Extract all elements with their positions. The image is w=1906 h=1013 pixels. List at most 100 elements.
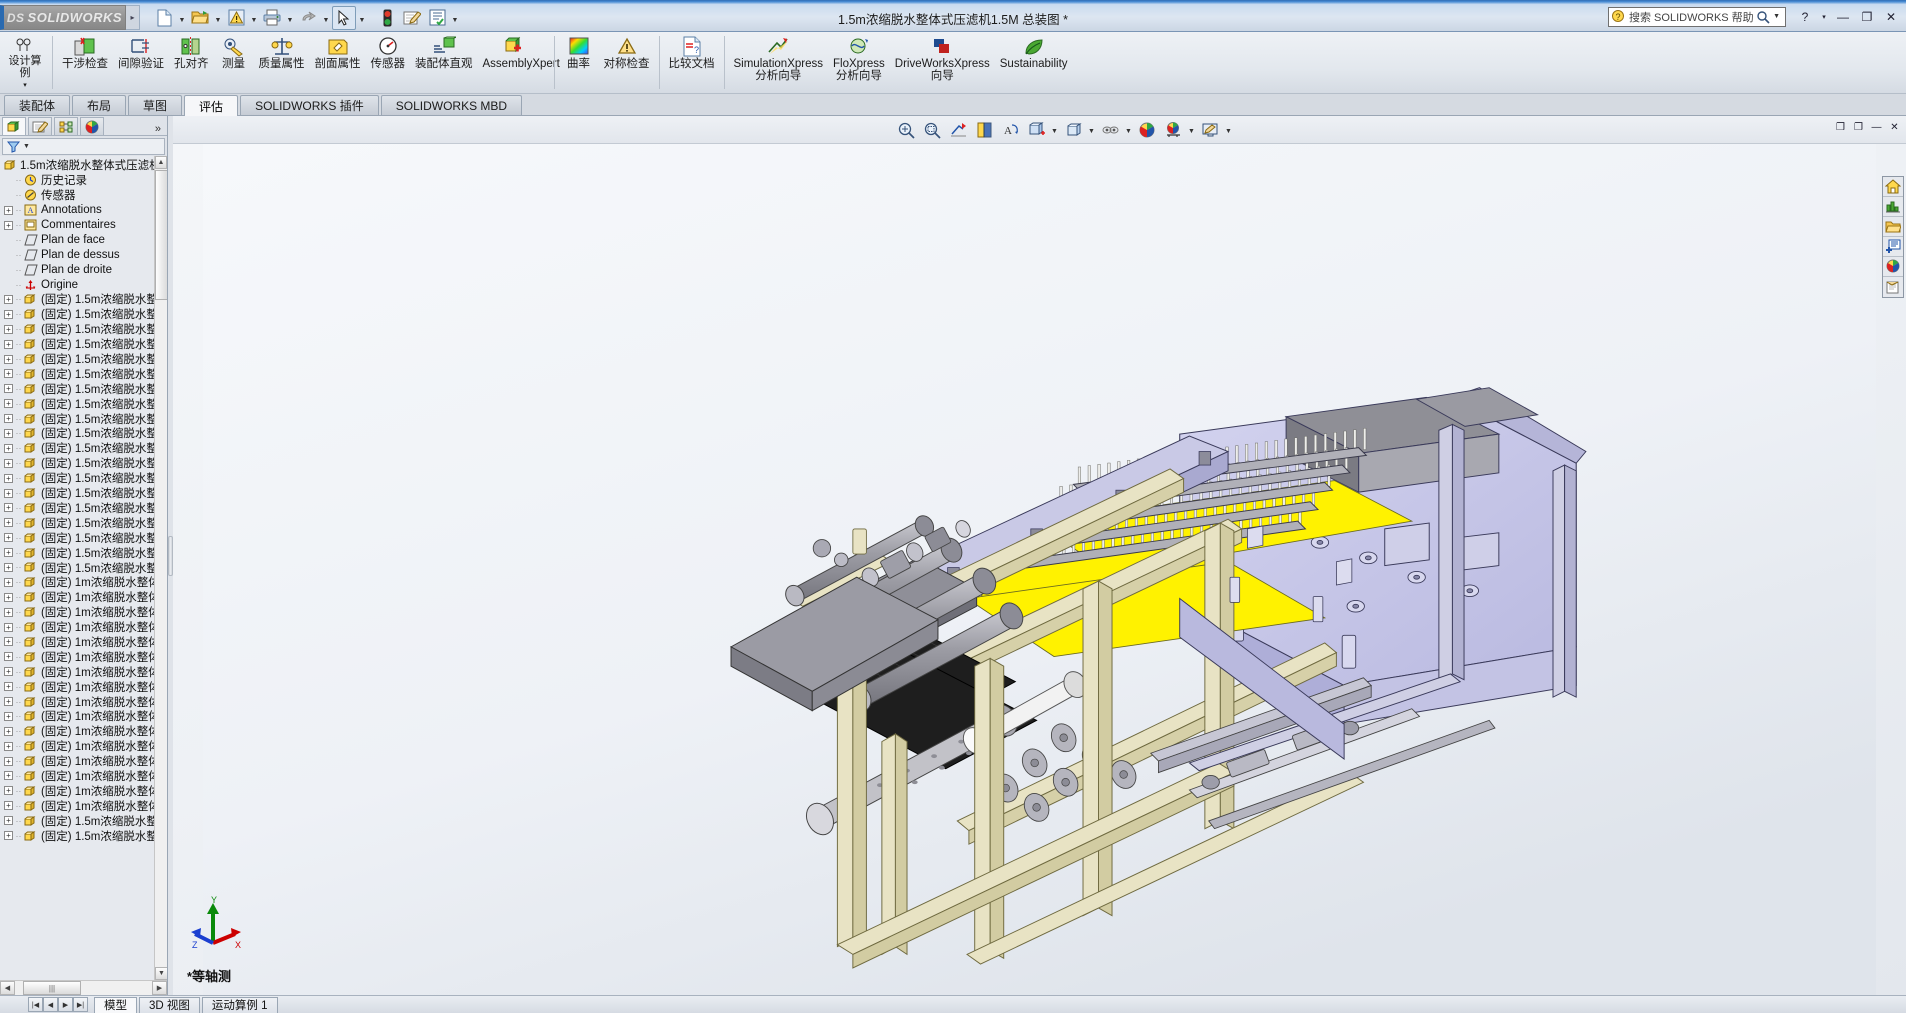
hide-show-caret-icon[interactable]: ▼ [1086, 118, 1097, 142]
display-style-caret-icon[interactable]: ▼ [1049, 118, 1060, 142]
feature-tree-row[interactable]: +··(固定) 1.5m浓缩脱水整体 [0, 500, 167, 515]
feature-tree-row[interactable]: +··(固定) 1.5m浓缩脱水整体 [0, 411, 167, 426]
expand-toggle-icon[interactable]: + [4, 712, 13, 721]
feature-tree-row[interactable]: +··(固定) 1.5m浓缩脱水整体 [0, 828, 167, 843]
nav-prev-icon[interactable]: ◀ [43, 997, 58, 1012]
assembly-xpert-button[interactable]: AssemblyXpert [478, 32, 550, 93]
feature-tree-row[interactable]: +··(固定) 1m浓缩脱水整体式 [0, 664, 167, 679]
hide-show-icon[interactable] [1060, 118, 1086, 142]
previous-view-icon[interactable] [945, 118, 971, 142]
expand-toggle-icon[interactable]: + [4, 340, 13, 349]
appearances-color-icon[interactable] [1134, 118, 1160, 142]
undo-caret-icon[interactable]: ▼ [321, 6, 331, 30]
doc-close-button[interactable]: ✕ [1887, 120, 1902, 134]
scroll-left-icon[interactable]: ◀ [0, 981, 15, 995]
feature-tree-row[interactable]: +··(固定) 1.5m浓缩脱水整体 [0, 366, 167, 381]
feature-tree-row[interactable]: ··Origine [0, 277, 167, 292]
feature-tree-row[interactable]: +··(固定) 1m浓缩脱水整体式 [0, 739, 167, 754]
expand-toggle-icon[interactable]: + [4, 578, 13, 587]
home-icon[interactable] [1883, 177, 1903, 197]
3d-viewport[interactable]: Y X Z *等轴测 [173, 144, 1906, 995]
expand-toggle-icon[interactable]: + [4, 801, 13, 810]
view-orientation-icon[interactable]: A [997, 118, 1023, 142]
configuration-manager-icon[interactable] [54, 117, 78, 135]
doc-restore-down-button[interactable]: ❒ [1833, 120, 1848, 134]
feature-tree-root-row[interactable]: 1.5m浓缩脱水整体式压滤机 [0, 158, 167, 173]
expand-toggle-icon[interactable]: + [4, 623, 13, 632]
zoom-area-icon[interactable] [919, 118, 945, 142]
scroll-right-icon[interactable]: ▶ [152, 981, 167, 995]
search-input[interactable]: ? 搜索 SOLIDWORKS 帮助 ▼ [1608, 7, 1786, 27]
close-button[interactable]: ✕ [1880, 8, 1902, 26]
feature-tree-row[interactable]: +··(固定) 1m浓缩脱水整体式 [0, 679, 167, 694]
add-library-icon[interactable] [1883, 237, 1903, 257]
tab-assembly[interactable]: 装配体 [4, 95, 70, 115]
horizontal-scroll-thumb[interactable]: ||| [23, 981, 81, 995]
assembly-visualization-button[interactable]: 装配体直观 [410, 32, 478, 93]
feature-tree-row[interactable]: +··(固定) 1.5m浓缩脱水整体 [0, 307, 167, 322]
expand-toggle-icon[interactable]: + [4, 742, 13, 751]
feature-tree-vertical-scrollbar[interactable]: ▲ ▼ [154, 156, 167, 980]
rebuild-warning-icon[interactable] [224, 6, 248, 30]
feature-tree[interactable]: 1.5m浓缩脱水整体式压滤机··历史记录··传感器+··AAnnotations… [0, 156, 167, 980]
belt-filter-press-model[interactable] [173, 144, 1906, 995]
expand-toggle-icon[interactable]: + [4, 682, 13, 691]
feature-tree-row[interactable]: +··(固定) 1.5m浓缩脱水整体 [0, 471, 167, 486]
feature-tree-row[interactable]: +··(固定) 1.5m浓缩脱水整体 [0, 322, 167, 337]
expand-toggle-icon[interactable]: + [4, 503, 13, 512]
expand-toggle-icon[interactable]: + [4, 414, 13, 423]
feature-tree-row[interactable]: +··(固定) 1.5m浓缩脱水整体 [0, 352, 167, 367]
help-caret-icon[interactable]: ▾ [1818, 8, 1830, 26]
design-study-button[interactable]: 设计算例 ▾ [2, 32, 48, 93]
tab-sketch[interactable]: 草图 [128, 95, 182, 115]
expand-toggle-icon[interactable]: + [4, 727, 13, 736]
expand-toggle-icon[interactable]: + [4, 444, 13, 453]
doc-minimize-button[interactable]: — [1869, 120, 1884, 134]
appearance-caret-icon[interactable]: ▼ [1123, 118, 1134, 142]
minimize-button[interactable]: — [1832, 8, 1854, 26]
expand-toggle-icon[interactable]: + [4, 831, 13, 840]
appearance-sphere-icon[interactable] [1097, 118, 1123, 142]
tab-evaluate[interactable]: 评估 [184, 95, 238, 116]
symmetry-check-button[interactable]: 对称检查 [599, 32, 655, 93]
status-tab-model[interactable]: 模型 [94, 997, 137, 1013]
recent-docs-icon[interactable] [1883, 197, 1903, 217]
select-caret-icon[interactable]: ▼ [357, 6, 367, 30]
tab-solidworks-mbd[interactable]: SOLIDWORKS MBD [381, 95, 522, 115]
expand-toggle-icon[interactable]: + [4, 489, 13, 498]
options-caret-icon[interactable]: ▼ [450, 6, 460, 30]
display-manager-icon[interactable] [80, 117, 104, 135]
scroll-up-icon[interactable]: ▲ [155, 156, 167, 169]
printer-icon[interactable] [260, 6, 284, 30]
feature-tree-row[interactable]: +··(固定) 1.5m浓缩脱水整体 [0, 396, 167, 411]
expand-toggle-icon[interactable]: + [4, 608, 13, 617]
status-tab-3d-views[interactable]: 3D 视图 [139, 997, 200, 1013]
feature-tree-row[interactable]: +··(固定) 1m浓缩脱水整体式 [0, 769, 167, 784]
nav-last-icon[interactable]: ▶| [73, 997, 88, 1012]
feature-tree-row[interactable]: +··(固定) 1m浓缩脱水整体式 [0, 754, 167, 769]
feature-tree-row[interactable]: +··(固定) 1.5m浓缩脱水整体 [0, 486, 167, 501]
flo-xpress-button[interactable]: FloXpress 分析向导 [828, 32, 890, 93]
nav-first-icon[interactable]: |◀ [28, 997, 43, 1012]
feature-tree-row[interactable]: ··传感器 [0, 188, 167, 203]
section-properties-button[interactable]: 剖面属性 [310, 32, 366, 93]
feature-tree-row[interactable]: ··Plan de dessus [0, 247, 167, 262]
feature-tree-row[interactable]: +··(固定) 1m浓缩脱水整体式 [0, 590, 167, 605]
feature-tree-row[interactable]: +··(固定) 1.5m浓缩脱水整体 [0, 456, 167, 471]
expand-toggle-icon[interactable]: + [4, 771, 13, 780]
feature-tree-row[interactable]: +··(固定) 1.5m浓缩脱水整体 [0, 381, 167, 396]
print-caret-icon[interactable]: ▼ [285, 6, 295, 30]
feature-tree-row[interactable]: +··(固定) 1m浓缩脱水整体式 [0, 798, 167, 813]
expand-toggle-icon[interactable]: + [4, 667, 13, 676]
feature-tree-row[interactable]: +··(固定) 1m浓缩脱水整体式 [0, 605, 167, 620]
feature-tree-filter[interactable]: ▼ [2, 138, 165, 155]
feature-tree-row[interactable]: +··(固定) 1.5m浓缩脱水整体 [0, 560, 167, 575]
cursor-arrow-icon[interactable] [332, 6, 356, 30]
solidworks-logo[interactable]: DS SOLIDWORKS [0, 5, 126, 30]
expand-toggle-icon[interactable]: + [4, 593, 13, 602]
view-settings-caret-icon[interactable]: ▼ [1223, 118, 1234, 142]
status-tab-motion-study[interactable]: 运动算例 1 [202, 997, 278, 1013]
expand-toggle-icon[interactable]: + [4, 474, 13, 483]
expand-toggle-icon[interactable]: + [4, 221, 13, 230]
open-caret-icon[interactable]: ▼ [213, 6, 223, 30]
